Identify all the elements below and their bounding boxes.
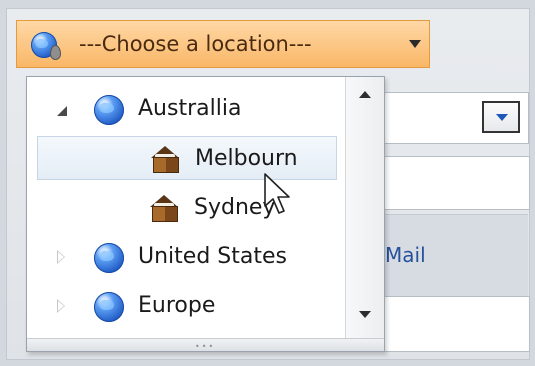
tree-node-united-states[interactable]: United States: [27, 235, 345, 279]
location-dropdown: Australlia Melbourn Sydney United States: [26, 76, 385, 352]
location-tree: Australlia Melbourn Sydney United States: [27, 77, 345, 339]
app-frame: Mail ---Choose a location--- Australlia …: [0, 0, 535, 366]
chevron-down-icon[interactable]: [409, 40, 421, 48]
expand-icon[interactable]: [57, 299, 65, 313]
chevron-down-icon: [496, 114, 508, 121]
background-select[interactable]: [382, 92, 529, 144]
location-combobox[interactable]: ---Choose a location---: [16, 20, 430, 68]
globe-icon: [94, 95, 124, 125]
vertical-scrollbar[interactable]: [345, 77, 384, 339]
building-icon: [150, 195, 178, 222]
mail-label: Mail: [385, 243, 426, 267]
combobox-placeholder: ---Choose a location---: [79, 32, 312, 56]
tree-node-europe[interactable]: Europe: [27, 284, 345, 328]
tree-node-australlia[interactable]: Australlia: [27, 87, 345, 131]
mouse-cursor-icon: [264, 173, 290, 214]
expand-icon[interactable]: [57, 250, 65, 264]
tree-node-label: Australlia: [138, 96, 242, 121]
tree-node-label: United States: [138, 244, 287, 269]
globe-icon: [94, 243, 124, 273]
background-select-button[interactable]: [482, 101, 520, 133]
expand-collapse-icon[interactable]: [57, 106, 67, 116]
resize-grip[interactable]: •••: [27, 338, 384, 351]
background-text-field-2[interactable]: [382, 296, 530, 352]
background-text-field[interactable]: [382, 156, 530, 210]
tree-node-sydney[interactable]: Sydney: [27, 186, 345, 230]
scroll-up-icon[interactable]: [359, 91, 371, 98]
scroll-down-icon[interactable]: [359, 311, 371, 318]
pin-icon: [50, 45, 61, 60]
globe-icon: [94, 292, 124, 322]
grip-dots-icon: •••: [195, 342, 216, 351]
building-icon: [151, 146, 179, 173]
tree-node-label: Europe: [138, 293, 216, 318]
tree-node-label: Melbourn: [195, 146, 298, 171]
